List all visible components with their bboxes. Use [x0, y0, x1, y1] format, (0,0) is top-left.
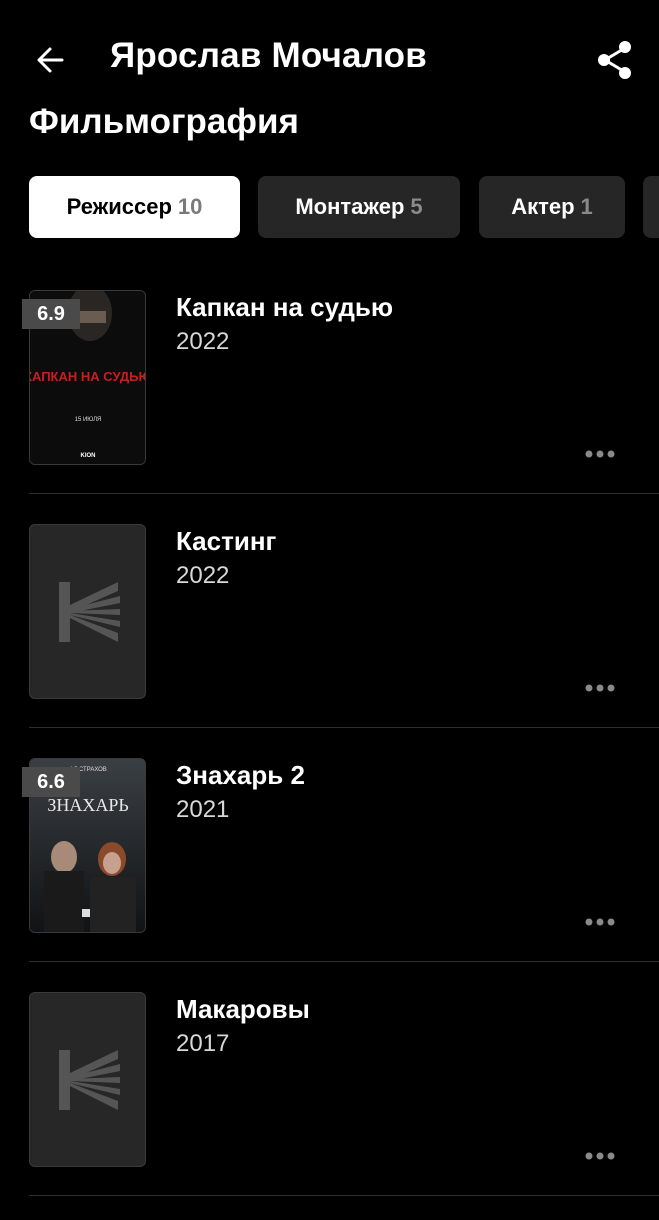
film-year: 2021 [176, 796, 230, 823]
film-title: Макаровы [176, 994, 310, 1024]
poster-headline: КАПКАН НА СУДЬЮ [30, 369, 146, 384]
film-year: 2022 [176, 562, 230, 589]
film-title: Капкан на судью [176, 292, 394, 322]
back-button[interactable] [32, 40, 72, 80]
share-icon [598, 41, 631, 79]
more-options-button[interactable] [580, 444, 620, 464]
tab-count: 1 [580, 194, 593, 219]
more-dots-icon [585, 918, 615, 926]
more-options-button[interactable] [580, 912, 620, 932]
film-year: 2017 [176, 1030, 230, 1057]
rating-badge: 6.6 [22, 767, 80, 797]
tab-editor[interactable]: Монтажер 5 [258, 176, 460, 238]
divider [29, 493, 659, 494]
tab-director[interactable]: Режиссер 10 [29, 176, 240, 238]
film-item[interactable]: Кастинг 2022 [0, 518, 659, 752]
tab-label: Режиссер [66, 194, 172, 219]
section-title: Фильмография [29, 102, 299, 141]
more-dots-icon [585, 1152, 615, 1160]
divider [29, 727, 659, 728]
film-poster-placeholder [29, 524, 146, 699]
kinopoisk-logo-icon [59, 1050, 120, 1110]
poster-brand: KION [81, 453, 96, 459]
more-options-button[interactable] [580, 1146, 620, 1166]
tab-label: Монтажер [295, 194, 405, 219]
more-dots-icon [585, 450, 615, 458]
film-item[interactable]: Макаровы 2017 [0, 986, 659, 1220]
more-dots-icon [585, 684, 615, 692]
film-item[interactable]: КАПКАН НА СУДЬЮ 15 ИЮЛЯ KION 6.9 Капкан … [0, 284, 659, 518]
page-title: Ярослав Мочалов [110, 36, 427, 75]
film-poster-placeholder [29, 992, 146, 1167]
divider [29, 961, 659, 962]
kinopoisk-logo-icon [59, 582, 120, 642]
poster-date: 15 ИЮЛЯ [75, 417, 102, 423]
film-year: 2022 [176, 328, 230, 355]
tab-count: 5 [410, 194, 423, 219]
tab-count: 10 [177, 194, 203, 219]
film-title: Знахарь 2 [176, 760, 305, 790]
arrow-left-icon [37, 47, 64, 73]
film-title: Кастинг [176, 526, 277, 556]
tab-actor[interactable]: Актер 1 [479, 176, 625, 238]
tab-more[interactable] [643, 176, 659, 238]
rating-badge: 6.9 [22, 299, 80, 329]
share-button[interactable] [593, 38, 637, 82]
divider [29, 1195, 659, 1196]
poster-headline: ЗНАХАРЬ [47, 795, 128, 815]
tab-label: Актер [511, 194, 575, 219]
more-options-button[interactable] [580, 678, 620, 698]
role-tabs: Режиссер 10 Монтажер 5 Актер 1 [0, 176, 659, 240]
film-item[interactable]: АЛ СТРАХОВ ЗНАХАРЬ 6.6 Знахарь 2 2021 [0, 752, 659, 986]
